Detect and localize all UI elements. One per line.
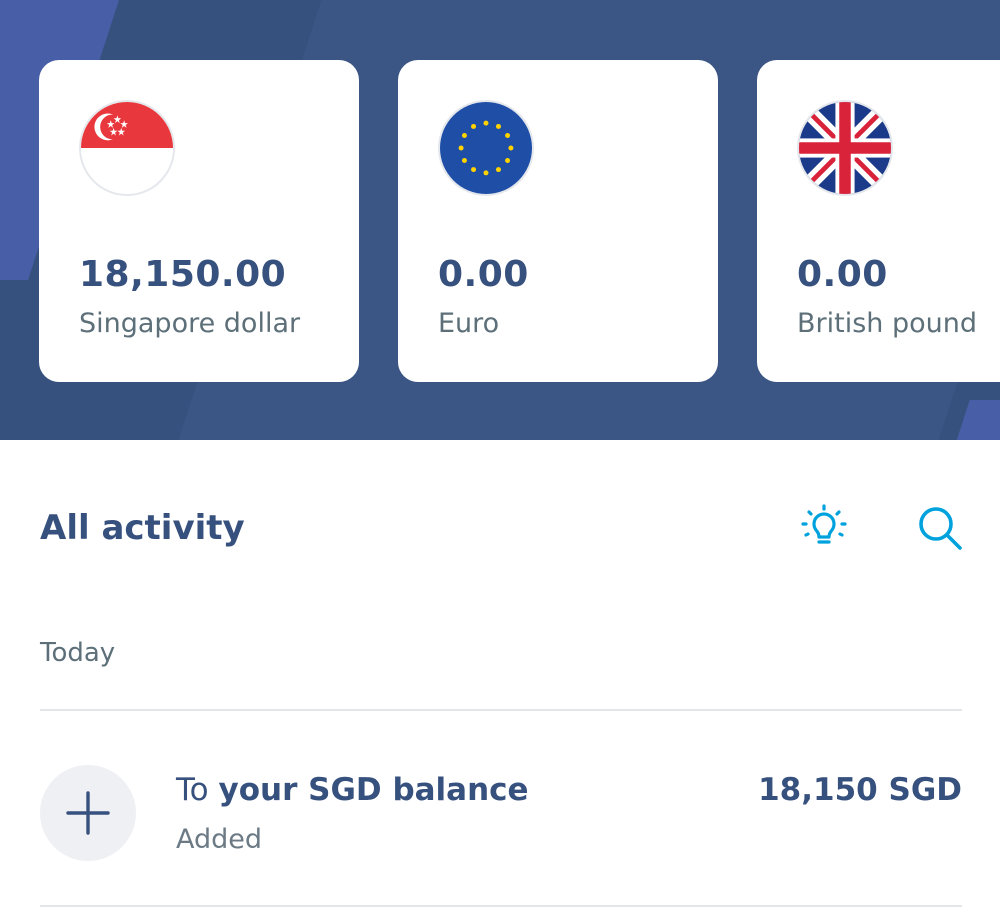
transaction-title-target: your SGD balance <box>218 772 529 808</box>
balance-card-gbp[interactable]: 0.00 British pound <box>757 60 1000 382</box>
divider <box>40 905 962 907</box>
currency-name: Singapore dollar <box>79 308 301 339</box>
currency-name: Euro <box>438 308 500 339</box>
balance-amount: 0.00 <box>438 254 529 295</box>
balances-header: 18,150.00 Singapore dollar 0.00 Euro 0.0… <box>0 0 1000 440</box>
transaction-title: To your SGD balance <box>176 772 529 808</box>
currency-name: British pound <box>797 308 977 339</box>
balance-amount: 0.00 <box>797 254 888 295</box>
transaction-row[interactable]: To your SGD balance Added 18,150 SGD <box>40 750 962 870</box>
plus-icon <box>40 765 136 861</box>
singapore-flag-icon <box>79 100 175 196</box>
eu-flag-icon <box>438 100 534 196</box>
divider <box>40 709 962 711</box>
header-stripe-decoration <box>950 400 1000 440</box>
transaction-title-prefix: To <box>176 772 219 808</box>
date-group-label: Today <box>40 638 116 668</box>
balance-card-eur[interactable]: 0.00 Euro <box>398 60 718 382</box>
balance-card-sgd[interactable]: 18,150.00 Singapore dollar <box>39 60 359 382</box>
transaction-amount: 18,150 SGD <box>758 772 962 808</box>
lightbulb-icon[interactable] <box>796 500 852 556</box>
activity-title: All activity <box>40 508 245 548</box>
search-icon[interactable] <box>912 500 968 556</box>
uk-flag-icon <box>797 100 893 196</box>
transaction-status: Added <box>176 824 263 855</box>
balance-amount: 18,150.00 <box>79 254 287 295</box>
